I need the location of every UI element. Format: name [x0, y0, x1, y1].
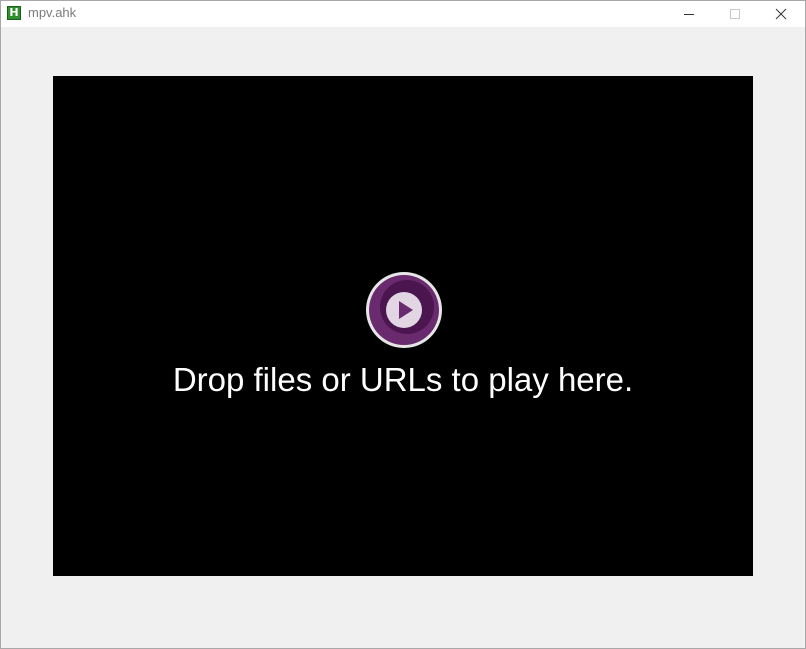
minimize-icon — [684, 14, 694, 15]
close-icon — [775, 8, 787, 20]
video-drop-area[interactable]: Drop files or URLs to play here. — [53, 76, 753, 576]
title-bar[interactable]: H mpv.ahk — [1, 1, 805, 27]
maximize-icon — [730, 9, 740, 19]
autohotkey-icon[interactable]: H — [7, 6, 21, 20]
mpv-play-logo-icon — [366, 272, 442, 348]
window-title: mpv.ahk — [28, 5, 77, 20]
close-button[interactable] — [757, 1, 803, 27]
maximize-button[interactable] — [711, 1, 757, 27]
app-window: H mpv.ahk Drop files or URLs to play her… — [0, 0, 806, 649]
minimize-button[interactable] — [665, 1, 711, 27]
drop-files-message: Drop files or URLs to play here. — [172, 361, 634, 398]
